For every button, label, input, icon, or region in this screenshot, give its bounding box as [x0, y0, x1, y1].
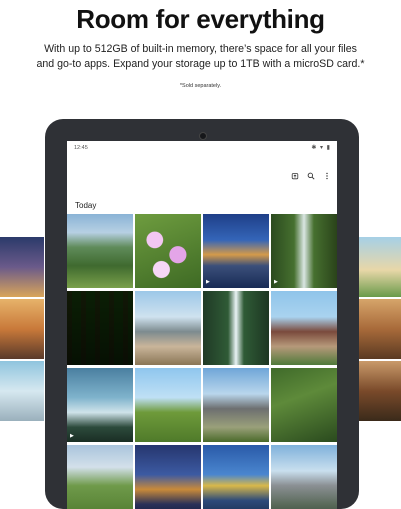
tablet-device: 12:45 ✱ ▾ ▮ Today ▶ ▶ ▶	[45, 119, 359, 509]
cloud-upload-icon[interactable]	[290, 172, 299, 186]
description: With up to 512GB of built-in memory, the…	[14, 42, 387, 72]
downtown-photo[interactable]	[271, 445, 337, 509]
footnote: *Sold separately.	[179, 83, 222, 89]
meadow-hikers-photo[interactable]	[67, 445, 133, 509]
video-play-icon: ▶	[70, 433, 74, 439]
concert-photo	[0, 237, 44, 297]
food-photo	[357, 299, 401, 359]
waterfall-photo[interactable]: ▶	[271, 214, 337, 288]
kid-water-photo	[0, 361, 44, 421]
boardwalk-photo[interactable]	[135, 291, 201, 365]
house-photo[interactable]	[203, 368, 269, 442]
description-line-2: and go-to apps. Expand your storage up t…	[36, 58, 365, 70]
city-bridge-photo[interactable]: ▶	[203, 214, 269, 288]
side-photos-left	[0, 237, 44, 424]
status-icons: ✱ ▾ ▮	[311, 145, 331, 151]
gallery-screen: 12:45 ✱ ▾ ▮ Today ▶ ▶ ▶	[67, 141, 337, 509]
pink-flowers-photo[interactable]	[135, 214, 201, 288]
headline: Room for everything	[76, 4, 325, 34]
hikers-photo[interactable]	[135, 368, 201, 442]
video-play-icon: ▶	[274, 279, 278, 285]
search-icon[interactable]	[306, 172, 315, 186]
night-skyline-photo[interactable]	[135, 445, 201, 509]
forest-photo[interactable]	[67, 291, 133, 365]
side-photos-right	[357, 237, 401, 424]
video-play-icon: ▶	[206, 279, 210, 285]
sunset-girl-photo	[0, 299, 44, 359]
hiker-forest-photo[interactable]	[271, 368, 337, 442]
photo-grid: ▶ ▶ ▶	[67, 214, 337, 509]
gallery-toolbar	[290, 172, 331, 186]
status-bar: 12:45 ✱ ▾ ▮	[67, 141, 337, 155]
status-time: 12:45	[74, 145, 88, 151]
gorge-waterfall-photo[interactable]	[203, 291, 269, 365]
section-title-today: Today	[75, 201, 97, 210]
lights-photo	[357, 361, 401, 421]
description-line-1: With up to 512GB of built-in memory, the…	[44, 43, 357, 55]
yellow-bridge-photo[interactable]	[203, 445, 269, 509]
front-camera	[199, 132, 207, 140]
more-vert-icon[interactable]	[322, 172, 331, 186]
valley-photo[interactable]	[67, 214, 133, 288]
mansion-photo[interactable]	[271, 291, 337, 365]
lake-pier-photo[interactable]: ▶	[67, 368, 133, 442]
beach-palm-photo	[357, 237, 401, 297]
